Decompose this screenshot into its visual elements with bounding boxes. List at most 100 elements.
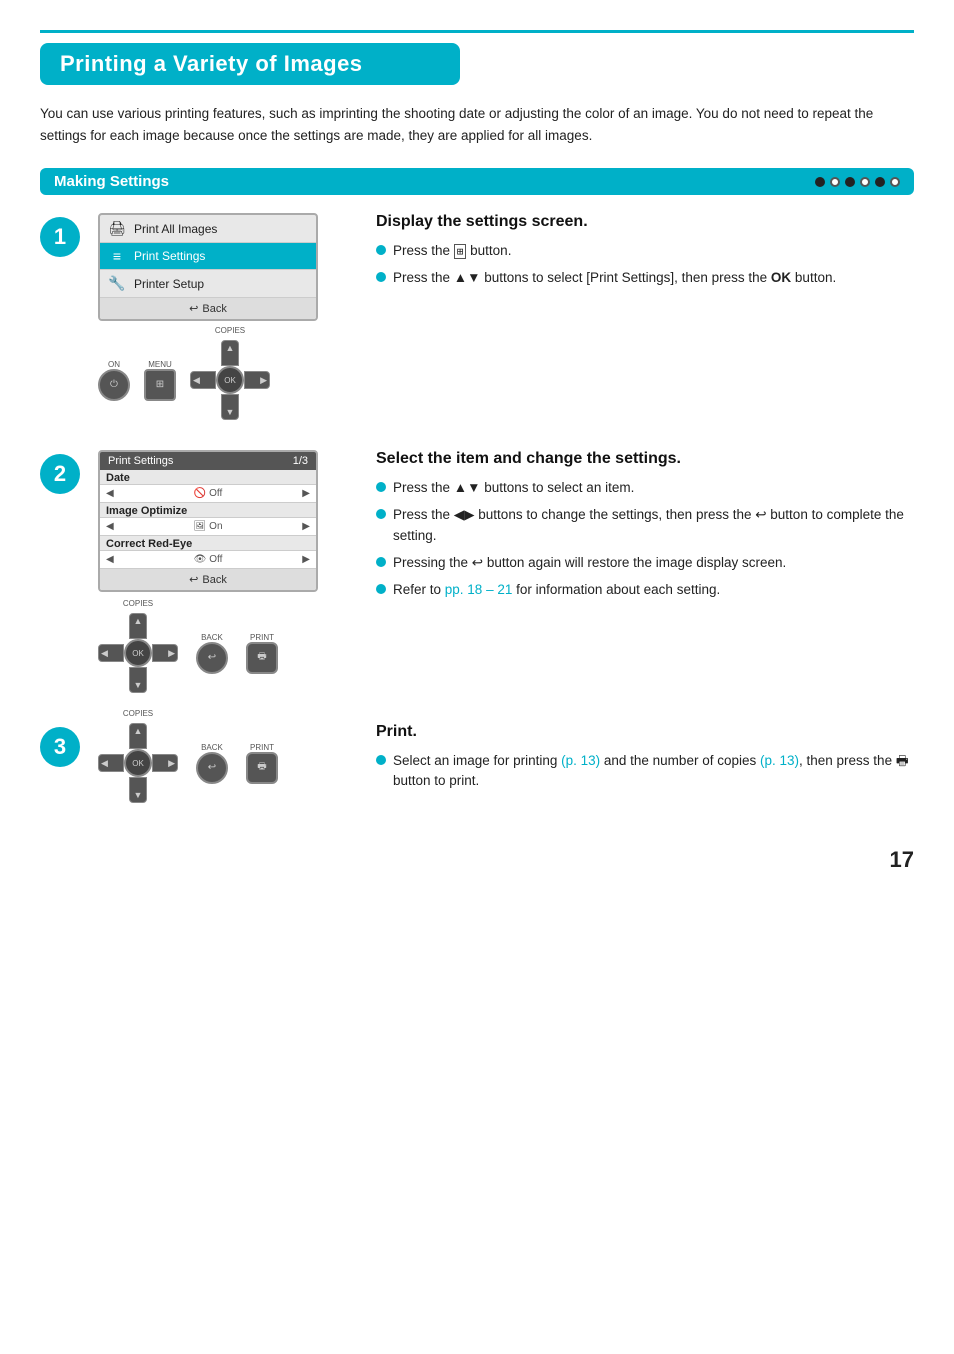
bullet-dot-2-4 — [376, 584, 386, 594]
dpad-left-1[interactable]: ◀ — [190, 371, 216, 389]
dpad-2: ▲ ▼ ◀ ▶ OK — [98, 613, 178, 693]
page-number: 17 — [890, 847, 914, 873]
step-3-instructions: Print. Select an image for printing (p. … — [376, 723, 914, 799]
ps-redeye-row: ◀ 👁 Off ▶ — [100, 551, 316, 569]
step-2-visual: Print Settings 1/3 Date ◀ 🚫 Off ▶ Image … — [98, 450, 358, 693]
intro-text: You can use various printing features, s… — [40, 103, 914, 146]
back-label-btn-3: BACK — [201, 743, 223, 752]
ps-opt-right-arrow: ▶ — [302, 521, 310, 532]
back-button-group-3: BACK ↩ — [196, 743, 228, 784]
copies-label-1: COPIES — [215, 326, 245, 335]
step2-link[interactable]: pp. 18 – 21 — [445, 582, 513, 597]
back-label-btn-2: BACK — [201, 633, 223, 642]
dpad-right-1[interactable]: ▶ — [244, 371, 270, 389]
dpad-down-2[interactable]: ▼ — [129, 667, 147, 693]
dpad-ok-2[interactable]: OK — [124, 639, 152, 667]
step1-camera-controls: ON ⏻ MENU ⊞ COPIES ▲ ▼ ◀ ▶ — [98, 340, 358, 420]
print-button-3[interactable]: 🖶 — [246, 752, 278, 784]
menu-item-print-settings: ≡ Print Settings — [100, 243, 316, 270]
step2-screen-title: Print Settings — [108, 455, 173, 467]
step2-bullet-3: Pressing the ↩ button again will restore… — [376, 553, 914, 573]
dpad-down-3[interactable]: ▼ — [129, 777, 147, 803]
screen-back-1: ↩ Back — [100, 298, 316, 319]
menu-item-printer-setup: 🔧 Printer Setup — [100, 270, 316, 298]
menu-item-print-all-label: Print All Images — [134, 222, 217, 236]
ok-label-1: OK — [224, 376, 236, 385]
dpad-ok-1[interactable]: OK — [216, 366, 244, 394]
section-dots — [815, 177, 900, 187]
page-title-bar: Printing a Variety of Images — [40, 43, 460, 85]
step3-bullet-1-text: Select an image for printing (p. 13) and… — [393, 751, 914, 792]
step2-title-bar: Print Settings 1/3 — [100, 452, 316, 470]
step-1-bullets: Press the ⊞ button. Press the ▲▼ buttons… — [376, 241, 914, 289]
menu-label: MENU — [148, 360, 172, 369]
dpad-3: ▲ ▼ ◀ ▶ OK — [98, 723, 178, 803]
step3-link-1[interactable]: (p. 13) — [561, 753, 600, 768]
on-button[interactable]: ⏻ — [98, 369, 130, 401]
print-all-icon: 🖨 — [108, 220, 126, 237]
dpad-1: ▲ ▼ ◀ ▶ OK — [190, 340, 270, 420]
menu-item-printer-setup-label: Printer Setup — [134, 277, 204, 291]
step2-screen: Print Settings 1/3 Date ◀ 🚫 Off ▶ Image … — [98, 450, 318, 592]
dpad-left-2[interactable]: ◀ — [98, 644, 124, 662]
step-1-instructions: Display the settings screen. Press the ⊞… — [376, 213, 914, 296]
step3-bullet-1: Select an image for printing (p. 13) and… — [376, 751, 914, 792]
top-border — [40, 30, 914, 33]
back-label-1: Back — [202, 303, 226, 315]
dot-1 — [815, 177, 825, 187]
dpad-up-2[interactable]: ▲ — [129, 613, 147, 639]
ps-opt-left-arrow: ◀ — [106, 521, 114, 532]
redeye-off-icon: 👁 — [194, 554, 207, 565]
date-off-icon: 🚫 — [194, 488, 206, 499]
page-title: Printing a Variety of Images — [60, 51, 440, 77]
step1-bullet-1: Press the ⊞ button. — [376, 241, 914, 261]
ps-redeye-left-arrow: ◀ — [106, 554, 114, 565]
section-header: Making Settings — [40, 168, 914, 195]
dot-2 — [830, 177, 840, 187]
bullet-dot-3-1 — [376, 755, 386, 765]
step2-screen-wrapper: Print Settings 1/3 Date ◀ 🚫 Off ▶ Image … — [98, 450, 318, 602]
back-button-3[interactable]: ↩ — [196, 752, 228, 784]
menu-button[interactable]: ⊞ — [144, 369, 176, 401]
bullet-dot-2-3 — [376, 557, 386, 567]
dpad-down-1[interactable]: ▼ — [221, 394, 239, 420]
dpad-ok-3[interactable]: OK — [124, 749, 152, 777]
dpad-group-1: COPIES ▲ ▼ ◀ ▶ OK — [190, 340, 270, 420]
step3-camera-controls: COPIES ▲ ▼ ◀ ▶ OK BACK ↩ — [98, 723, 358, 803]
printer-setup-icon: 🔧 — [108, 275, 126, 292]
dpad-left-3[interactable]: ◀ — [98, 754, 124, 772]
step1-bullet-2-text: Press the ▲▼ buttons to select [Print Se… — [393, 268, 836, 288]
ps-optimize-section: Image Optimize — [100, 503, 316, 518]
dpad-up-3[interactable]: ▲ — [129, 723, 147, 749]
menu-button-group: MENU ⊞ — [144, 360, 176, 401]
menu-item-print-all: 🖨 Print All Images — [100, 215, 316, 243]
dpad-up-1[interactable]: ▲ — [221, 340, 239, 366]
step1-screen: 🖨 Print All Images ≡ Print Settings 🔧 Pr… — [98, 213, 318, 321]
ps-date-left-arrow: ◀ — [106, 488, 114, 499]
step2-bullet-2-text: Press the ◀▶ buttons to change the setti… — [393, 505, 914, 546]
optimize-on-label: On — [209, 521, 222, 532]
ok-label-3: OK — [132, 759, 144, 768]
back-button-2[interactable]: ↩ — [196, 642, 228, 674]
step1-bullet-2: Press the ▲▼ buttons to select [Print Se… — [376, 268, 914, 288]
print-button-2[interactable]: 🖶 — [246, 642, 278, 674]
step-2-bullets: Press the ▲▼ buttons to select an item. … — [376, 478, 914, 600]
copies-label-3: COPIES — [123, 709, 153, 718]
screen-back-2: ↩ Back — [100, 569, 316, 590]
ps-date-right-arrow: ▶ — [302, 488, 310, 499]
section-title: Making Settings — [54, 173, 169, 190]
dot-3 — [845, 177, 855, 187]
step3-link-2[interactable]: (p. 13) — [760, 753, 799, 768]
optimize-on-icon: 🖼 — [193, 521, 206, 532]
print-label-btn-3: PRINT — [250, 743, 274, 752]
step2-bullet-4: Refer to pp. 18 – 21 for information abo… — [376, 580, 914, 600]
step-3-number: 3 — [40, 727, 80, 767]
back-label-2: Back — [202, 574, 226, 586]
dpad-right-3[interactable]: ▶ — [152, 754, 178, 772]
redeye-off-label: Off — [209, 554, 222, 565]
dpad-right-2[interactable]: ▶ — [152, 644, 178, 662]
dot-6 — [890, 177, 900, 187]
back-icon-3: ↩ — [208, 762, 216, 773]
step-1-row: 1 🖨 Print All Images ≡ Print Settings 🔧 … — [40, 213, 914, 420]
ps-date-row: ◀ 🚫 Off ▶ — [100, 485, 316, 503]
